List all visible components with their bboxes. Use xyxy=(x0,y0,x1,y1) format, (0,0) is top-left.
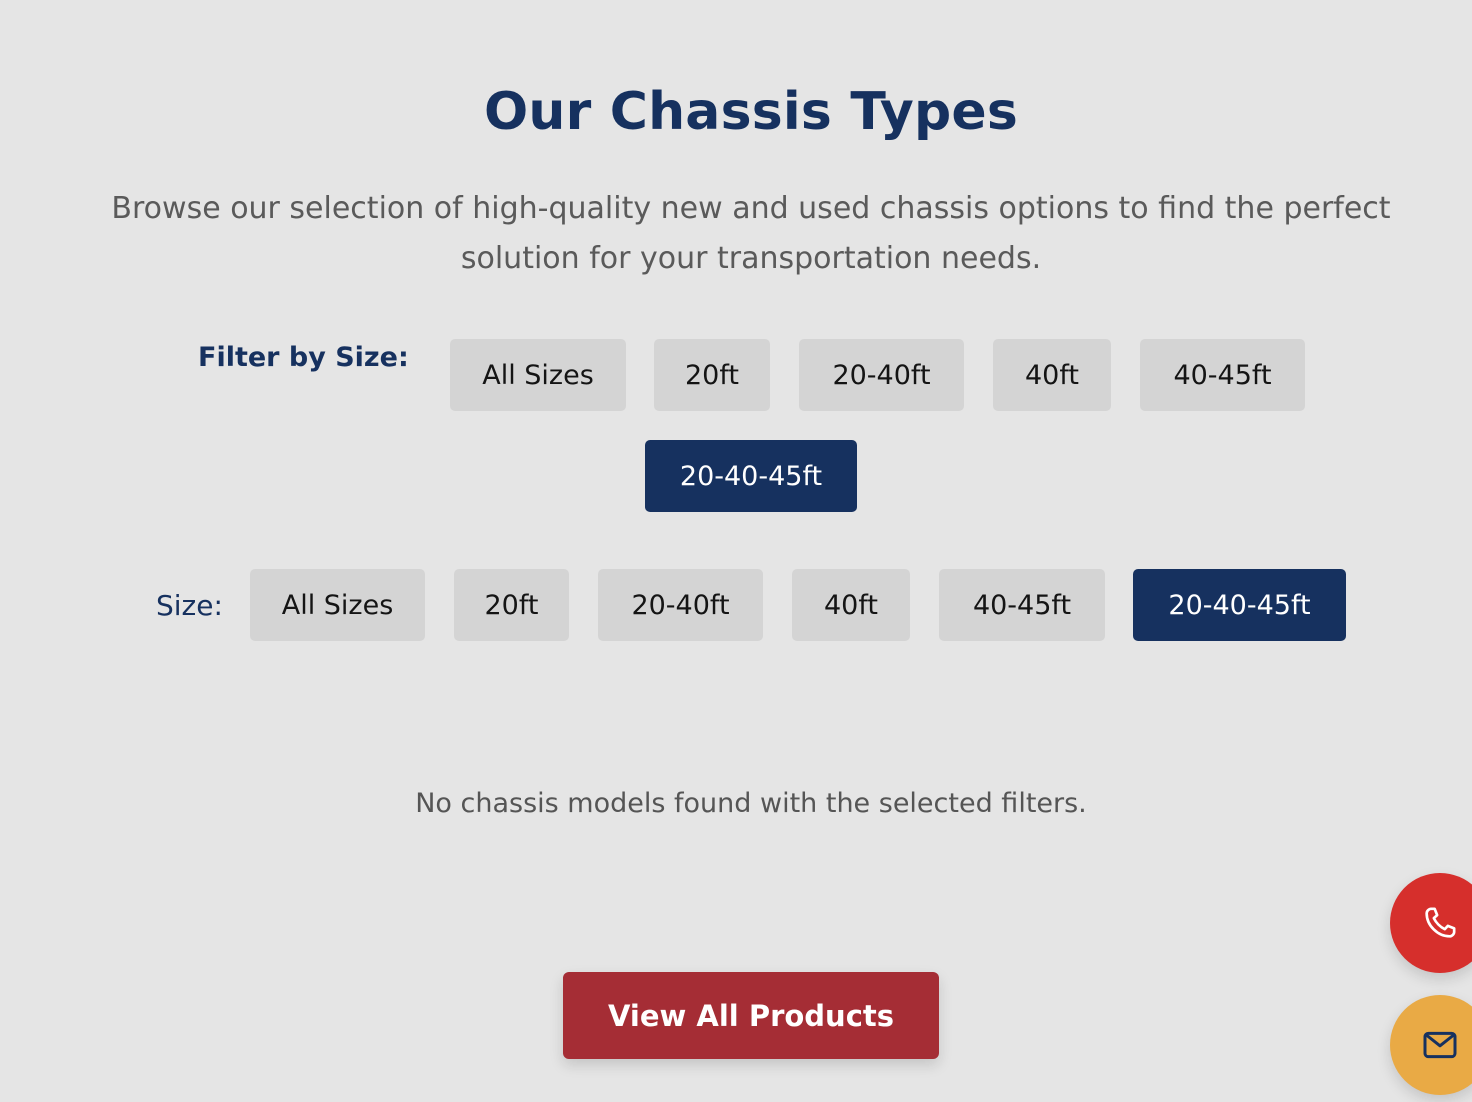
filter-by-size-20-40ft[interactable]: 20-40ft xyxy=(799,339,964,411)
email-button[interactable] xyxy=(1390,995,1472,1095)
phone-icon xyxy=(1425,907,1456,938)
size-filter-40ft[interactable]: 40ft xyxy=(792,569,910,641)
filter-by-size-all-sizes[interactable]: All Sizes xyxy=(450,339,626,411)
section-subtitle: Browse our selection of high-quality new… xyxy=(111,191,1391,276)
size-label: Size: xyxy=(156,589,223,622)
size-filter-20ft[interactable]: 20ft xyxy=(454,569,569,641)
filter-by-size-20ft[interactable]: 20ft xyxy=(654,339,770,411)
filter-by-size-20-40-45ft[interactable]: 20-40-45ft xyxy=(645,440,857,512)
view-all-products-button[interactable]: View All Products xyxy=(563,972,939,1059)
filter-by-size-40-45ft[interactable]: 40-45ft xyxy=(1140,339,1305,411)
phone-button[interactable] xyxy=(1390,873,1472,973)
size-filter-all-sizes[interactable]: All Sizes xyxy=(250,569,425,641)
size-filter-40-45ft[interactable]: 40-45ft xyxy=(939,569,1105,641)
empty-results-message: No chassis models found with the selecte… xyxy=(415,788,1087,819)
filter-by-size-label: Filter by Size: xyxy=(198,342,409,373)
section-title: Our Chassis Types xyxy=(483,82,1019,142)
filter-by-size-40ft[interactable]: 40ft xyxy=(993,339,1111,411)
mail-icon xyxy=(1423,1031,1457,1059)
size-filter-20-40ft[interactable]: 20-40ft xyxy=(598,569,763,641)
size-filter-20-40-45ft[interactable]: 20-40-45ft xyxy=(1133,569,1346,641)
